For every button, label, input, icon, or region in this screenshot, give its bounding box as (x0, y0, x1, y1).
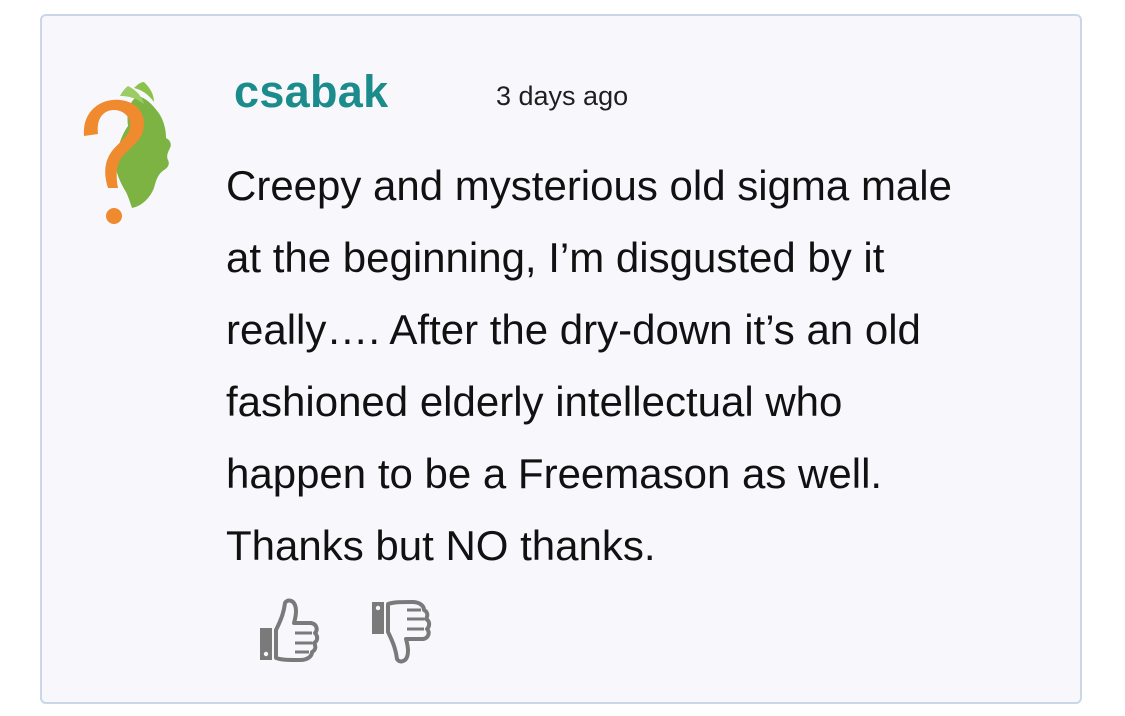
dislike-button[interactable] (366, 596, 436, 666)
like-button[interactable] (254, 596, 324, 666)
comment-line: Thanks but NO thanks. (226, 522, 656, 569)
thumbs-up-icon (260, 598, 320, 662)
thumbs-down-icon (372, 600, 432, 664)
comment-timestamp: 3 days ago (496, 81, 629, 111)
question-mark-head-icon (83, 82, 171, 224)
comment-line: happen to be a Freemason as well. (226, 450, 883, 497)
comment-line: really…. After the dry-down it’s an old (226, 306, 921, 353)
comment-username[interactable]: csabak (234, 66, 388, 118)
avatar (78, 78, 178, 228)
comment-card: csabak 3 days ago Creepy and mysterious … (40, 14, 1082, 704)
comment-line: at the beginning, I’m disgusted by it (226, 234, 885, 281)
comment-line: fashioned elderly intellectual who (226, 378, 843, 425)
comment-body: Creepy and mysterious old sigma male at … (226, 150, 1076, 582)
comment-line: Creepy and mysterious old sigma male (226, 162, 952, 209)
